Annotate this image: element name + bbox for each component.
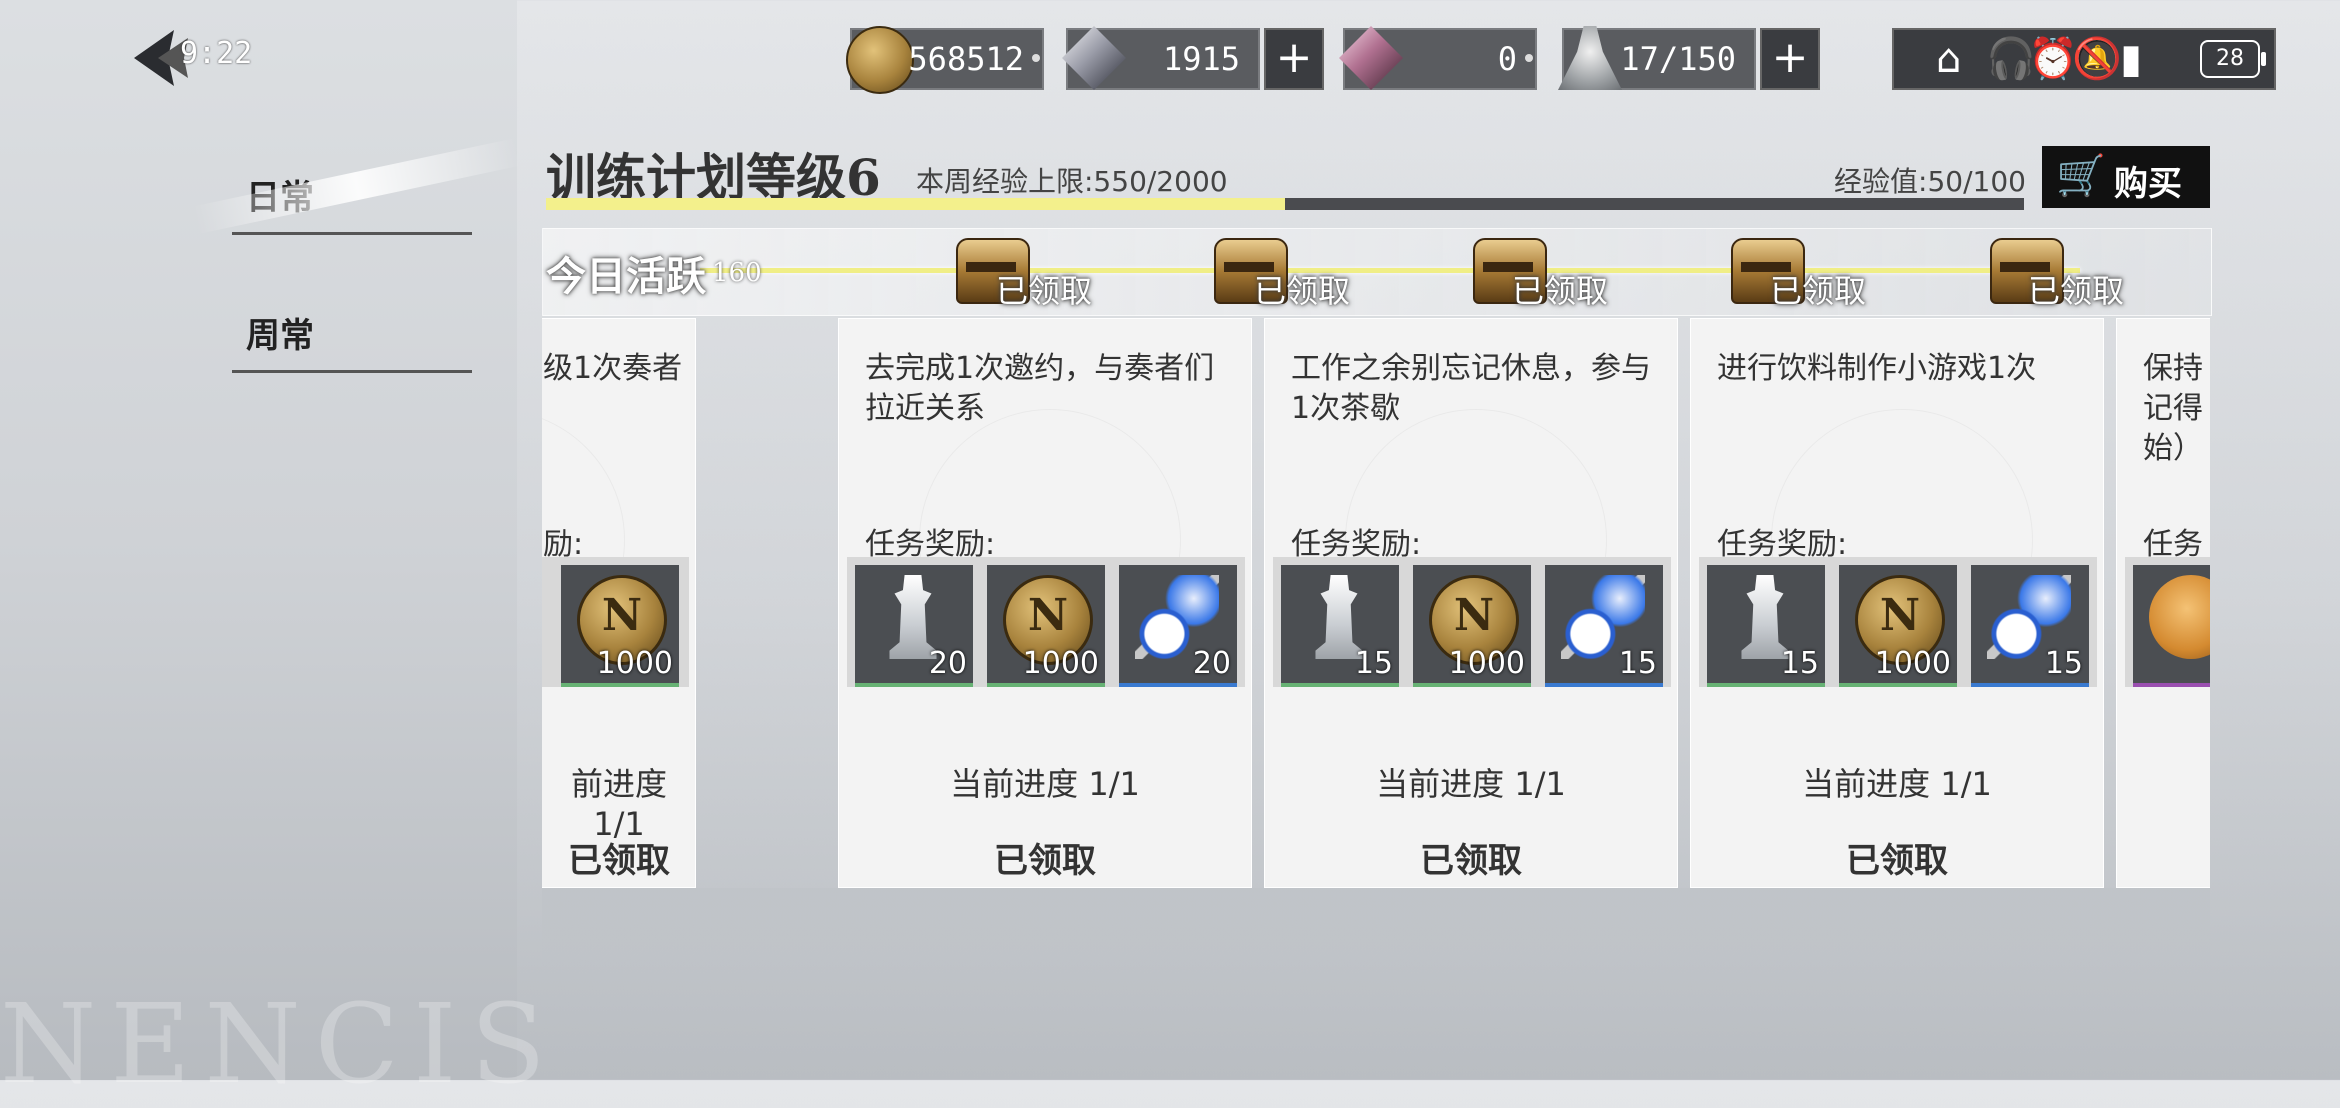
reward-item[interactable]: 15	[1971, 565, 2089, 687]
reward-quantity: 15	[1618, 646, 1657, 681]
status-icons: ⌂ 🎧 ⏰ 🔕 ▮ 28	[1892, 28, 2276, 90]
task-description: 去完成1次邀约，与奏者们拉近关系	[865, 351, 1215, 426]
reward-row: 1000 15	[542, 557, 689, 687]
task-progress: 当前进度 1/1	[950, 765, 1140, 803]
reward-quantity: 1000	[596, 646, 673, 681]
task-status: 已领取	[994, 841, 1096, 881]
add-crystal-button[interactable]: +	[1264, 28, 1324, 90]
task-description: 保持记得始）	[2143, 351, 2203, 466]
reward-quantity: 15	[2044, 646, 2083, 681]
reward-item[interactable]: 1000	[561, 565, 679, 687]
coin-balance: 568512	[846, 26, 1044, 94]
status-time: 9:22	[180, 36, 253, 71]
weekly-exp-limit: 本周经验上限:550/2000	[916, 165, 1228, 198]
exp-progress-bar	[546, 198, 2024, 210]
chest-status: 已领取	[1512, 272, 1609, 310]
reward-row	[2125, 557, 2210, 687]
reward-item[interactable]	[2133, 565, 2210, 687]
chest-status: 已领取	[996, 272, 1093, 310]
exp-progress-fill	[546, 198, 1285, 210]
tab-daily-label: 日常	[246, 178, 314, 218]
alarm-icon: ⏰	[2028, 36, 2078, 82]
chest-status: 已领取	[1770, 272, 1867, 310]
task-card: 级1次奏者 励: 1000 15 前进度 1/1 已领取	[542, 318, 696, 888]
mute-icon: 🔕	[2072, 36, 2122, 82]
gem-balance: 0	[1339, 26, 1537, 90]
stamina-icon	[1558, 26, 1622, 90]
gem-value: 0	[1497, 40, 1517, 78]
task-card: 去完成1次邀约，与奏者们拉近关系 任务奖励: 20 1000 20 当前进度 1…	[838, 318, 1252, 888]
task-progress-text: 前进度 1/1	[570, 765, 667, 843]
stamina-value: 17/150	[1620, 40, 1736, 78]
reward-quantity: 20	[1192, 646, 1231, 681]
reward-quantity: 1000	[1022, 646, 1099, 681]
task-status-text: 已领取	[568, 841, 670, 881]
crystal-value: 1915	[1162, 40, 1240, 78]
reward-item[interactable]: 15	[1281, 565, 1399, 687]
buy-button[interactable]: 🛒 购买	[2042, 146, 2210, 208]
reward-item[interactable]: 15	[1707, 565, 1825, 687]
reward-quantity: 15	[1354, 646, 1393, 681]
task-card: 进行饮料制作小游戏1次 任务奖励: 15 1000 15 当前进度 1/1 已领…	[1690, 318, 2104, 888]
chest-status: 已领取	[1254, 272, 1351, 310]
buy-label: 购买	[2114, 164, 2182, 204]
task-progress: 当前进度 1/1	[1802, 765, 1992, 803]
reward-item[interactable]: 20	[1119, 565, 1237, 687]
coin-icon	[846, 26, 914, 94]
stamina-balance: 17/150	[1558, 26, 1756, 90]
reward-row: 15 1000 15	[1273, 557, 1671, 687]
tab-weekly-label: 周常	[246, 316, 314, 356]
task-card: 保持记得始） 任务	[2116, 318, 2210, 888]
reward-item[interactable]: 15	[695, 565, 696, 687]
task-description: 级1次奏者	[543, 351, 683, 386]
divider-dot	[1525, 54, 1533, 62]
task-status: 已领取	[1846, 841, 1948, 881]
crystal-icon	[1062, 26, 1126, 90]
reward-item[interactable]: 20	[855, 565, 973, 687]
reward-item[interactable]: 1000	[987, 565, 1105, 687]
reward-item[interactable]: 15	[1545, 565, 1663, 687]
reward-row: 20 1000 20	[847, 557, 1245, 687]
task-status: 已领取	[1420, 841, 1522, 881]
tab-weekly[interactable]: 周常	[232, 290, 472, 373]
reward-quantity: 1000	[1874, 646, 1951, 681]
reward-quantity: 1000	[1448, 646, 1525, 681]
crystal-balance: 1915	[1062, 26, 1260, 90]
home-icon[interactable]: ⌂	[1936, 36, 1961, 82]
divider-dot	[1032, 54, 1040, 62]
task-card: 工作之余别忘记休息，参与1次茶歇 任务奖励: 15 1000 15 当前进度 1…	[1264, 318, 1678, 888]
reward-quantity: 20	[928, 646, 967, 681]
task-progress: 当前进度 1/1	[1376, 765, 1566, 803]
reward-item[interactable]: 1000	[1839, 565, 1957, 687]
activity-label: 今日活跃	[546, 253, 706, 300]
task-list[interactable]: 级1次奏者 励: 1000 15 前进度 1/1 已领取 去完成1次邀约，与奏者…	[542, 318, 2210, 888]
activity-points: 160	[712, 258, 762, 288]
chest-status: 已领取	[2028, 272, 2125, 310]
list-bottom-shade	[542, 888, 2210, 980]
tab-daily[interactable]: 日常	[232, 152, 472, 235]
gem-icon	[1339, 26, 1403, 90]
battery-icon: 28	[2200, 40, 2266, 78]
coin-value: 568512	[908, 40, 1024, 78]
add-stamina-button[interactable]: +	[1760, 28, 1820, 90]
exp-value: 经验值:50/100	[1834, 165, 2026, 198]
cart-icon: 🛒	[2056, 153, 2106, 199]
reward-item[interactable]: 1000	[1413, 565, 1531, 687]
task-description: 进行饮料制作小游戏1次	[1717, 351, 2037, 386]
activity-progress-line	[700, 268, 2080, 273]
signal-icon: ▮	[2120, 36, 2143, 82]
reward-quantity: 15	[1780, 646, 1819, 681]
task-description: 工作之余别忘记休息，参与1次茶歇	[1291, 351, 1651, 426]
bottom-watermark: NENCIS	[0, 980, 560, 1108]
cookie-icon	[2149, 575, 2210, 659]
reward-row: 15 1000 15	[1699, 557, 2097, 687]
